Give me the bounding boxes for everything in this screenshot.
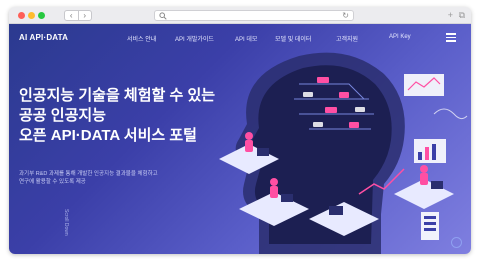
headline-line: 인공지능 기술을 체험할 수 있는 xyxy=(19,87,216,104)
menu-models-data[interactable]: 모델 및 데이터 xyxy=(275,34,311,43)
browser-window: ‹ › ↻ + ⧉ AI API·DATA 서비스 안내 API 개발가이드 A… xyxy=(9,7,471,254)
close-window-button[interactable] xyxy=(18,12,25,19)
search-icon xyxy=(159,12,167,20)
site-logo[interactable]: AI API·DATA xyxy=(19,33,68,42)
floating-action-button[interactable] xyxy=(451,237,462,248)
forward-button[interactable]: › xyxy=(79,11,92,20)
hero-headline: 인공지능 기술을 체험할 수 있는 공공 인공지능 오픈 API·DATA 서비… xyxy=(19,86,215,146)
history-nav: ‹ › xyxy=(64,10,92,21)
menu-api-demo[interactable]: API 데모 xyxy=(235,34,257,43)
headline-line: 공공 인공지능 xyxy=(19,107,106,124)
hamburger-menu-icon[interactable] xyxy=(446,33,456,42)
back-button[interactable]: ‹ xyxy=(65,11,79,20)
new-tab-icon[interactable]: + xyxy=(448,10,453,20)
minimize-window-button[interactable] xyxy=(28,12,35,19)
headline-line: 오픈 API·DATA 서비스 포털 xyxy=(19,127,197,144)
tabs-overview-icon[interactable]: ⧉ xyxy=(459,10,465,20)
address-bar[interactable]: ↻ xyxy=(154,10,354,21)
menu-support[interactable]: 고객지원 xyxy=(336,34,358,43)
browser-toolbar: ‹ › ↻ + ⧉ xyxy=(9,7,471,24)
menu-service-guide[interactable]: 서비스 안내 xyxy=(127,34,156,43)
description-line: 연구에 활용할 수 있도록 제공 xyxy=(19,179,86,185)
scroll-down-label[interactable]: Scroll Down xyxy=(63,209,69,236)
hero-description: 과기부 R&D 과제를 통해 개발한 인공지능 결과물을 체험하고 연구에 활용… xyxy=(19,170,158,186)
ai-head-illustration xyxy=(219,52,468,254)
description-line: 과기부 R&D 과제를 통해 개발한 인공지능 결과물을 체험하고 xyxy=(19,171,158,177)
hero-page: AI API·DATA 서비스 안내 API 개발가이드 API 데모 모델 및… xyxy=(9,24,471,254)
reload-icon[interactable]: ↻ xyxy=(342,11,349,20)
menu-api-key[interactable]: API Key xyxy=(389,34,411,40)
menu-api-dev-guide[interactable]: API 개발가이드 xyxy=(175,34,214,43)
maximize-window-button[interactable] xyxy=(38,12,45,19)
